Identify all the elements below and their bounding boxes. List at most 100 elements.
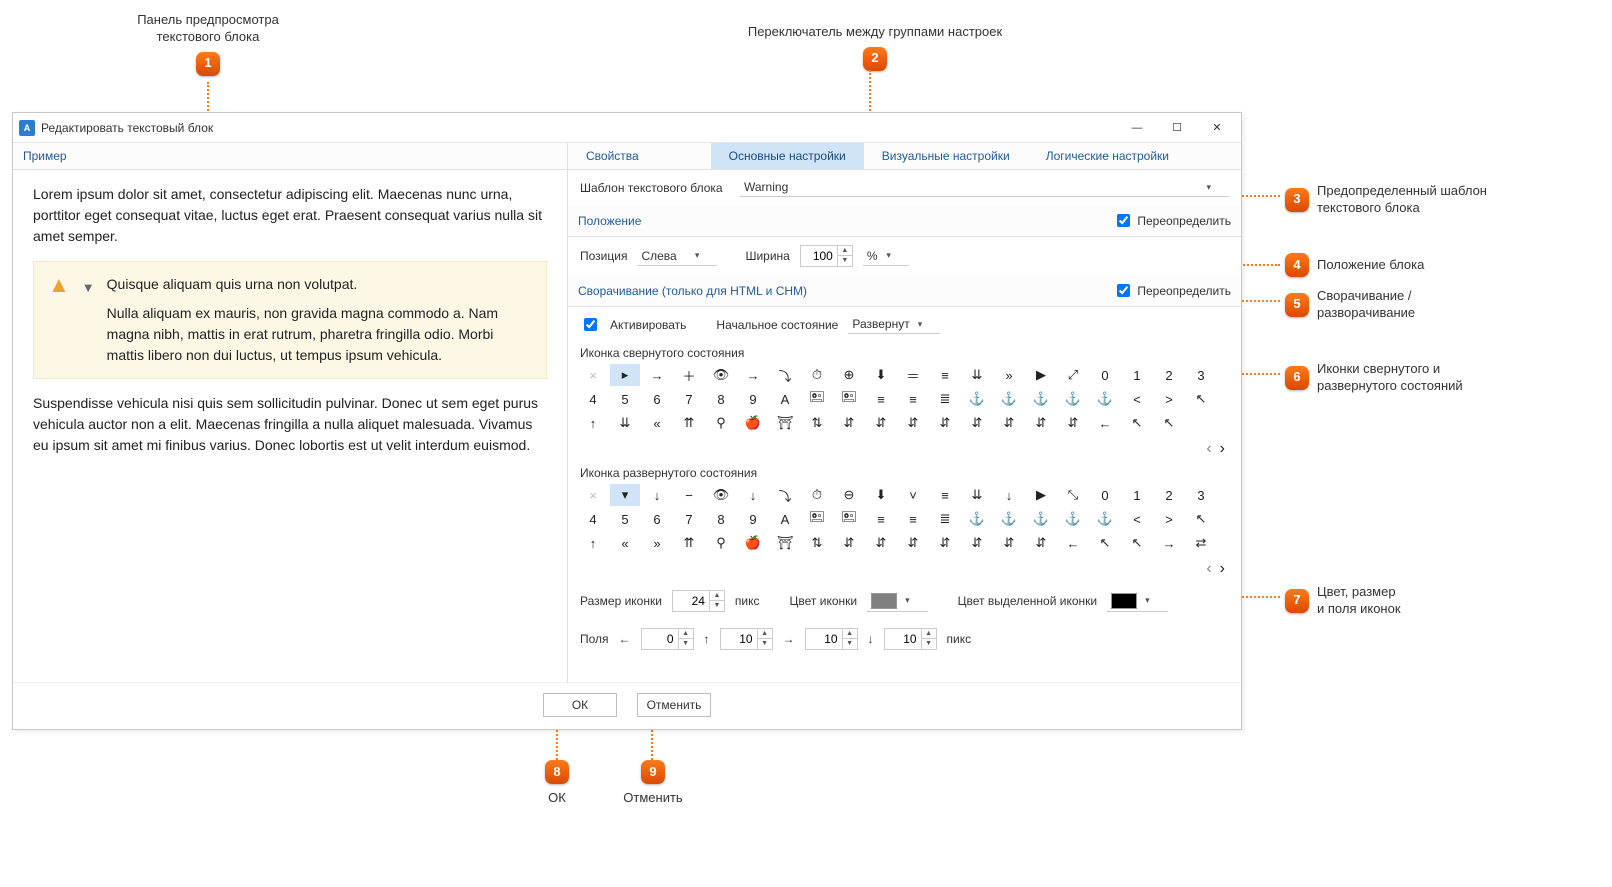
icon-choice[interactable]: ⤢	[1058, 364, 1088, 386]
icon-choice[interactable]: 🖭	[834, 508, 864, 530]
icon-choice[interactable]: ⊕	[834, 364, 864, 386]
icon-choice[interactable]: 9	[738, 388, 768, 410]
icon-choice[interactable]: 0	[1090, 364, 1120, 386]
icon-choice[interactable]: ⇵	[994, 532, 1024, 554]
icon-choice[interactable]: ↖	[1186, 388, 1216, 410]
icon-choice[interactable]: ⇅	[802, 412, 832, 434]
icon-choice[interactable]: →	[642, 364, 672, 386]
icon-choice[interactable]: ⇵	[898, 412, 928, 434]
tab-logic[interactable]: Логические настройки	[1028, 143, 1187, 169]
margin-top-spinner[interactable]: ▲▼	[720, 628, 773, 650]
icon-choice[interactable]: 8	[706, 508, 736, 530]
margin-right-input[interactable]	[806, 632, 842, 646]
icon-size-input[interactable]	[673, 594, 709, 608]
icon-choice[interactable]: ＋	[674, 364, 704, 386]
icon-choice[interactable]: 3	[1186, 364, 1216, 386]
close-button[interactable]: ✕	[1197, 114, 1237, 142]
icon-choice[interactable]: ≣	[930, 388, 960, 410]
icon-choice[interactable]: 🖭	[802, 388, 832, 410]
icon-choice[interactable]: >	[1154, 508, 1184, 530]
icon-choice[interactable]: ⇵	[834, 412, 864, 434]
icon-choice[interactable]: ×	[578, 484, 608, 506]
icon-choice[interactable]: ⇵	[930, 532, 960, 554]
icon-hlcolor-select[interactable]	[1107, 591, 1168, 612]
margin-left-spinner[interactable]: ▲▼	[641, 628, 694, 650]
icon-choice[interactable]: 8	[706, 388, 736, 410]
pager-prev-icon[interactable]: ‹	[1206, 560, 1211, 578]
icon-choice[interactable]: ⚲	[706, 412, 736, 434]
icon-choice[interactable]: ↖	[1090, 532, 1120, 554]
icon-choice[interactable]: ⇵	[962, 412, 992, 434]
icon-choice[interactable]: ⇄	[1186, 532, 1216, 554]
icon-choice[interactable]: 1	[1122, 484, 1152, 506]
icon-choice[interactable]: 👁	[706, 364, 736, 386]
icon-choice[interactable]: ⬇	[866, 484, 896, 506]
icon-choice[interactable]: ↓	[994, 484, 1024, 506]
icon-choice[interactable]: 5	[610, 388, 640, 410]
collapse-activate-checkbox[interactable]	[584, 318, 597, 331]
icon-choice[interactable]: −	[674, 484, 704, 506]
initial-state-select[interactable]: Развернут	[848, 315, 940, 334]
icon-choice[interactable]: ⏱	[802, 484, 832, 506]
width-spinner[interactable]: ▲▼	[800, 245, 853, 267]
icon-choice[interactable]: ⇅	[802, 532, 832, 554]
icon-choice[interactable]: ≣	[930, 508, 960, 530]
pager-prev-icon[interactable]: ‹	[1206, 440, 1211, 458]
icon-choice[interactable]: ⊖	[834, 484, 864, 506]
icon-choice[interactable]: ▶	[1026, 364, 1056, 386]
icon-choice[interactable]: ×	[578, 364, 608, 386]
icon-choice[interactable]	[1186, 412, 1216, 434]
icon-choice[interactable]: <	[1122, 508, 1152, 530]
icon-choice[interactable]: 4	[578, 388, 608, 410]
icon-choice[interactable]: ⚓	[1058, 508, 1088, 530]
icon-choice[interactable]: ⚲	[706, 532, 736, 554]
icon-choice[interactable]: ⤡	[1058, 484, 1088, 506]
icon-choice[interactable]: ⛩	[770, 412, 800, 434]
icon-choice[interactable]: A	[770, 388, 800, 410]
expanded-icon-grid[interactable]: ×▾↓−👁↓⤵⏱⊖⬇˅≡⇊↓▶⤡0123456789A🖭🖭≡≡≣⚓⚓⚓⚓⚓<>↖…	[568, 482, 1241, 560]
icon-choice[interactable]: ⤵	[770, 484, 800, 506]
chevron-down-icon[interactable]: ▼	[82, 278, 95, 366]
margin-bottom-spinner[interactable]: ▲▼	[884, 628, 937, 650]
tab-visual[interactable]: Визуальные настройки	[864, 143, 1028, 169]
icon-choice[interactable]: ⇵	[898, 532, 928, 554]
icon-choice[interactable]: ↑	[578, 412, 608, 434]
margin-right-spinner[interactable]: ▲▼	[805, 628, 858, 650]
icon-choice[interactable]: ＝	[898, 364, 928, 386]
margin-left-input[interactable]	[642, 632, 678, 646]
icon-choice[interactable]: 👁	[706, 484, 736, 506]
icon-choice[interactable]: ↖	[1122, 412, 1152, 434]
icon-choice[interactable]: ↓	[738, 484, 768, 506]
icon-color-select[interactable]	[867, 591, 928, 612]
icon-choice[interactable]: 🍎	[738, 412, 768, 434]
icon-choice[interactable]: ⇵	[866, 412, 896, 434]
icon-choice[interactable]: ⚓	[962, 508, 992, 530]
icon-choice[interactable]: ⚓	[1026, 508, 1056, 530]
icon-choice[interactable]: 3	[1186, 484, 1216, 506]
icon-choice[interactable]: ⇊	[610, 412, 640, 434]
pager-next-icon[interactable]: ›	[1220, 440, 1225, 458]
icon-choice[interactable]: ⇵	[962, 532, 992, 554]
icon-choice[interactable]: >	[1154, 388, 1184, 410]
icon-choice[interactable]: ▾	[610, 484, 640, 506]
icon-choice[interactable]: <	[1122, 388, 1152, 410]
icon-choice[interactable]: ⇊	[962, 484, 992, 506]
position-select[interactable]: Слева	[637, 247, 717, 266]
icon-choice[interactable]: ▶	[1026, 484, 1056, 506]
margin-top-input[interactable]	[721, 632, 757, 646]
margin-bottom-input[interactable]	[885, 632, 921, 646]
icon-choice[interactable]: ≡	[930, 484, 960, 506]
icon-choice[interactable]: ⇊	[962, 364, 992, 386]
icon-choice[interactable]: ⇵	[1026, 412, 1056, 434]
collapsed-icon-grid[interactable]: ×▸→＋👁→⤵⏱⊕⬇＝≡⇊»▶⤢0123456789A🖭🖭≡≡≣⚓⚓⚓⚓⚓<>↖…	[568, 362, 1241, 440]
maximize-button[interactable]: ☐	[1157, 114, 1197, 142]
icon-choice[interactable]: ▸	[610, 364, 640, 386]
minimize-button[interactable]: —	[1117, 114, 1157, 142]
width-unit-select[interactable]: %	[863, 247, 909, 266]
icon-choice[interactable]: ⬇	[866, 364, 896, 386]
pager-next-icon[interactable]: ›	[1220, 560, 1225, 578]
icon-choice[interactable]: ⚓	[994, 508, 1024, 530]
icon-choice[interactable]: ←	[1090, 412, 1120, 434]
width-input[interactable]	[801, 249, 837, 263]
icon-choice[interactable]: 4	[578, 508, 608, 530]
